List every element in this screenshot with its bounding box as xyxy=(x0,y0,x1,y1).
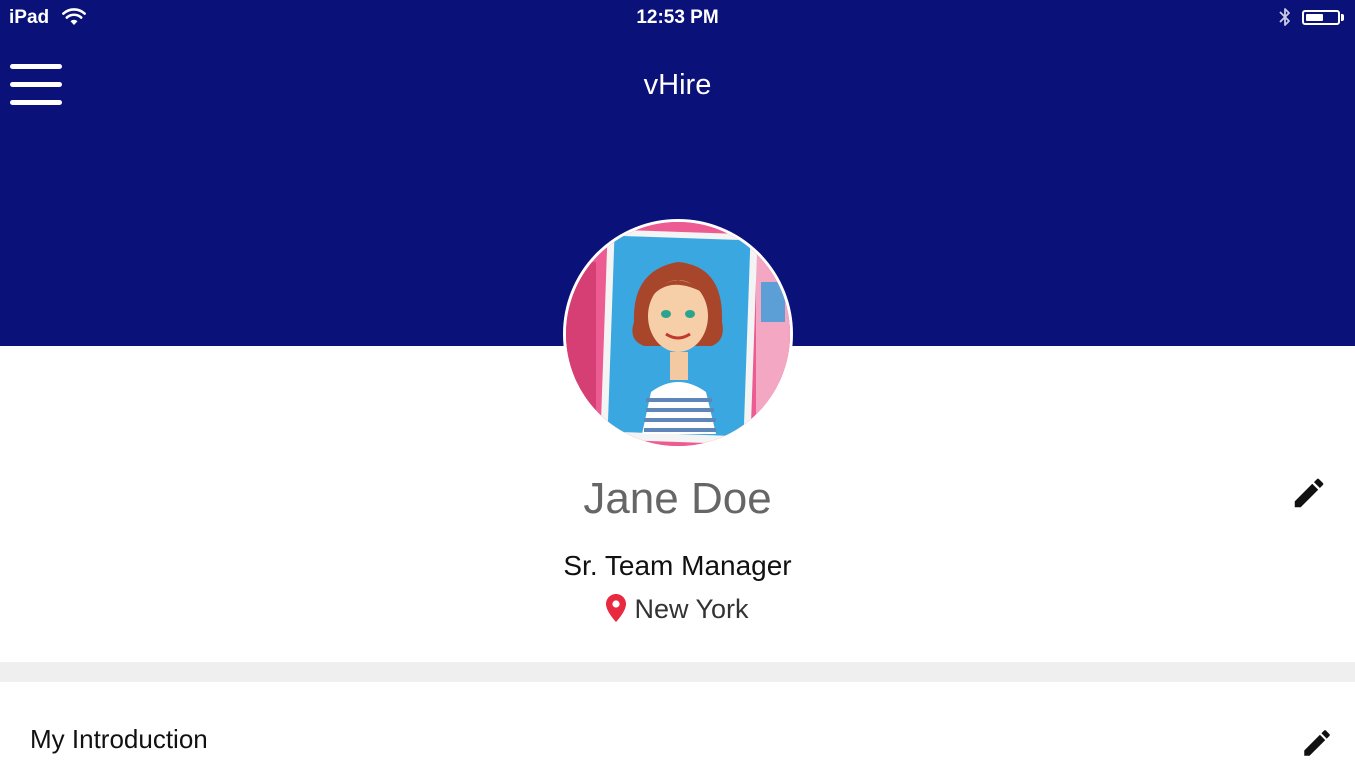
profile-location: New York xyxy=(0,594,1355,625)
section-divider xyxy=(0,662,1355,682)
status-time: 12:53 PM xyxy=(636,7,719,28)
app-title: vHire xyxy=(643,69,712,101)
status-bar: iPad 12:53 PM xyxy=(0,0,1355,36)
avatar[interactable] xyxy=(563,219,793,449)
location-text: New York xyxy=(634,594,749,624)
profile-name: Jane Doe xyxy=(583,474,772,523)
edit-profile-pencil-icon[interactable] xyxy=(1290,474,1328,512)
battery-tip xyxy=(1341,14,1344,21)
edit-introduction-pencil-icon[interactable] xyxy=(1300,726,1334,760)
battery-level xyxy=(1306,14,1323,21)
bluetooth-icon xyxy=(1279,8,1290,26)
avatar-image xyxy=(566,222,790,446)
map-pin-icon xyxy=(606,594,627,622)
battery-icon xyxy=(1302,10,1340,25)
section-title: My Introduction xyxy=(30,724,208,754)
profile-job-title: Sr. Team Manager xyxy=(563,550,792,581)
